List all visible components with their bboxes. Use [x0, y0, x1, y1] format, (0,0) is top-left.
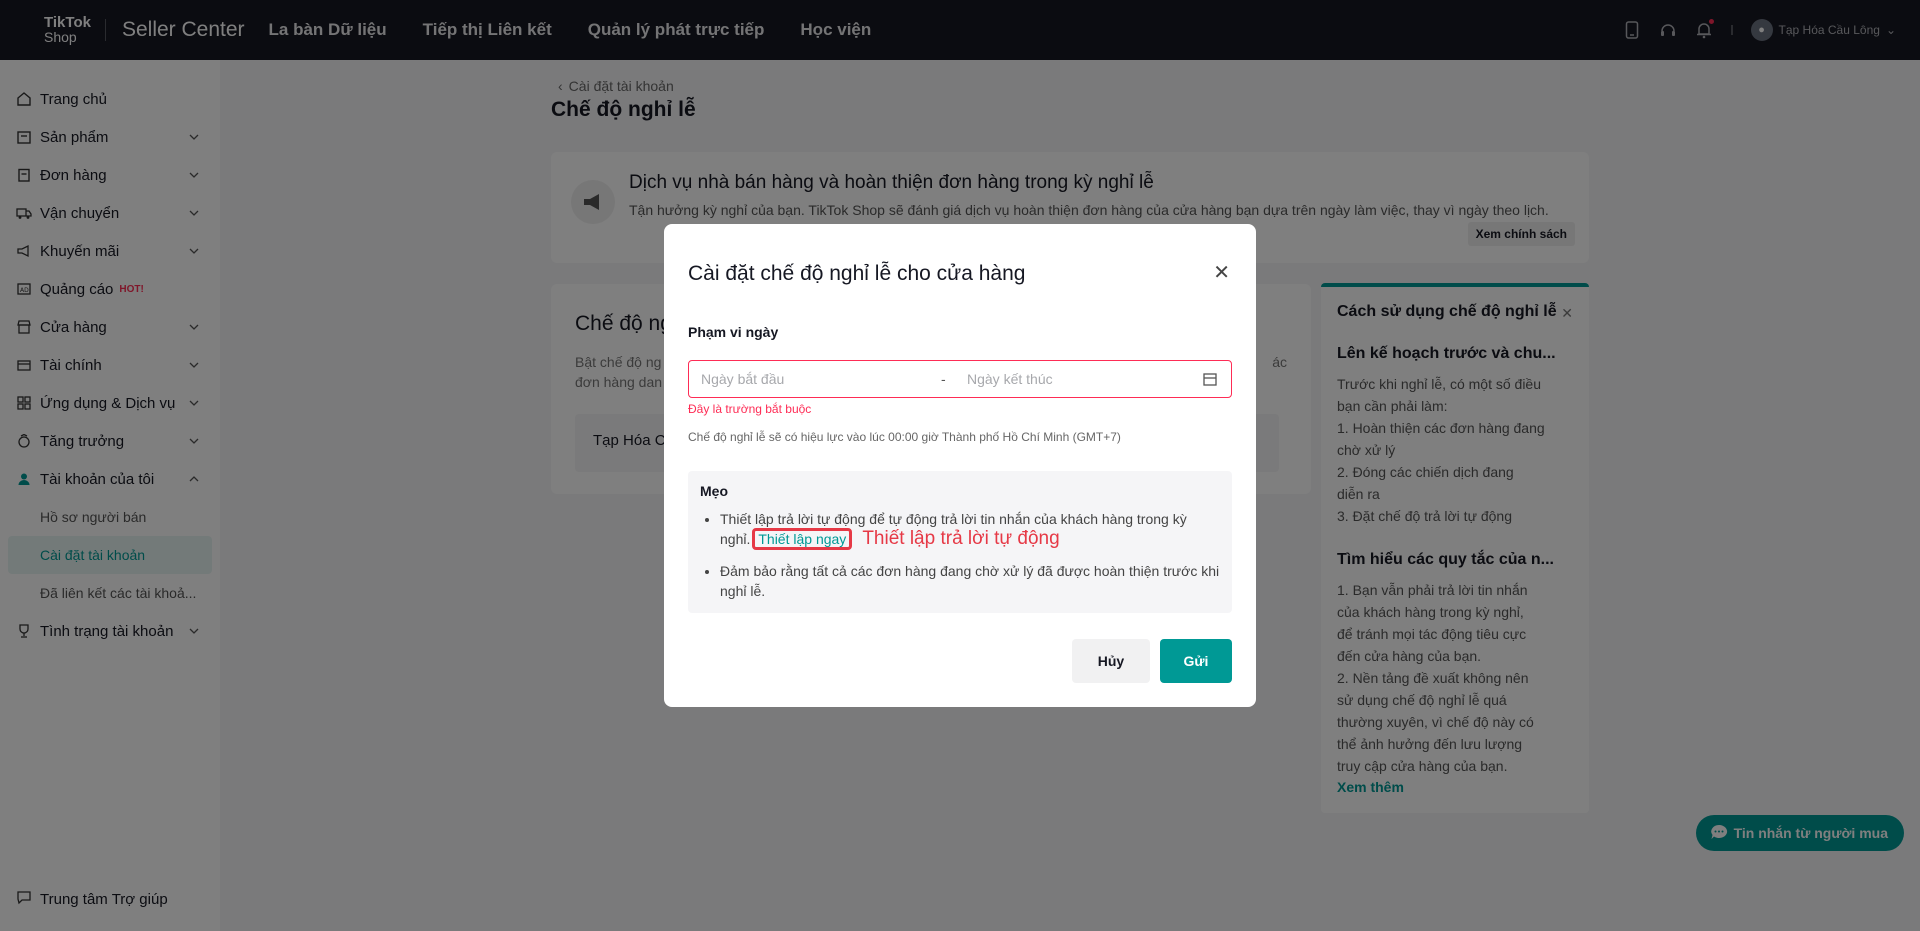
tip-item: Thiết lập trả lời tự động để tự động trả… [720, 509, 1220, 550]
end-date-input[interactable]: Ngày kết thúc [961, 371, 1201, 387]
submit-button[interactable]: Gửi [1160, 639, 1232, 683]
dialog-title: Cài đặt chế độ nghỉ lễ cho cửa hàng [688, 262, 1026, 285]
close-icon[interactable]: ✕ [1213, 260, 1230, 285]
cancel-button[interactable]: Hủy [1072, 639, 1150, 683]
setup-now-link[interactable]: Thiết lập ngay [752, 528, 853, 550]
calendar-icon[interactable] [1201, 370, 1219, 388]
effective-time-note: Chế độ nghỉ lễ sẽ có hiệu lực vào lúc 00… [688, 430, 1121, 444]
start-date-input[interactable]: Ngày bắt đầu [701, 371, 941, 387]
annotation-text: Thiết lập trả lời tự động [862, 528, 1060, 549]
tip-text: Đảm bảo rằng tất cả các đơn hàng đang ch… [720, 563, 1220, 599]
tips-box: Mẹo Thiết lập trả lời tự động để tự động… [688, 471, 1232, 613]
date-separator: - [941, 371, 946, 387]
date-range-picker[interactable]: Ngày bắt đầu - Ngày kết thúc [688, 360, 1232, 398]
tip-item: Đảm bảo rằng tất cả các đơn hàng đang ch… [720, 561, 1220, 601]
required-error: Đây là trường bắt buộc [688, 402, 812, 416]
tips-title: Mẹo [700, 483, 728, 499]
date-range-label: Phạm vi ngày [688, 324, 779, 340]
holiday-mode-dialog: Cài đặt chế độ nghỉ lễ cho cửa hàng ✕ Ph… [664, 224, 1256, 707]
